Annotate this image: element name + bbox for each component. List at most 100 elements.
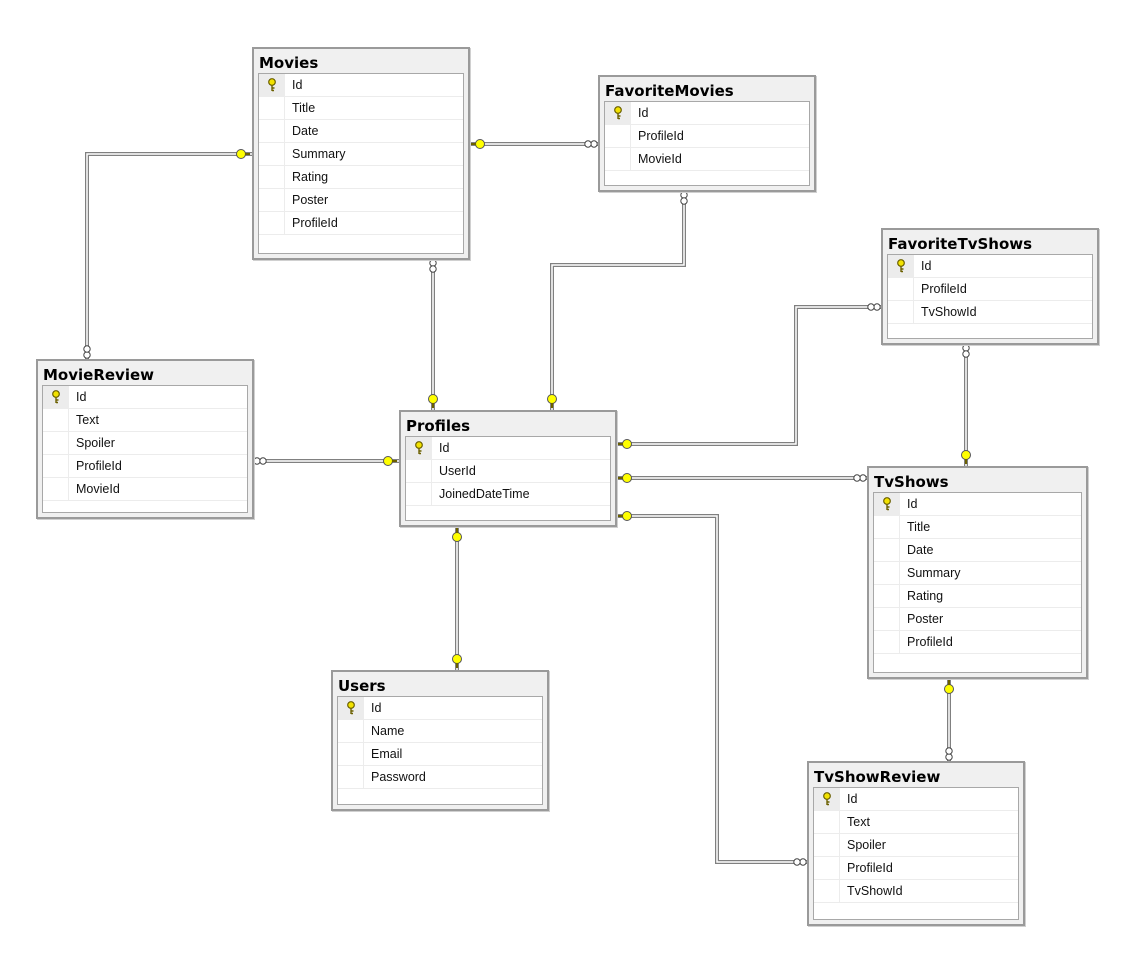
column-row[interactable]: Title	[874, 516, 1081, 539]
row-selector	[259, 97, 285, 119]
column-row[interactable]: Id	[874, 493, 1081, 516]
column-row[interactable]: Id	[888, 255, 1092, 278]
column-row[interactable]: Title	[259, 97, 463, 120]
column-row[interactable]: JoinedDateTime	[406, 483, 610, 506]
row-selector	[874, 585, 900, 607]
column-row[interactable]: Id	[43, 386, 247, 409]
relationship-line[interactable]	[85, 152, 252, 359]
column-row[interactable]: Summary	[259, 143, 463, 166]
table-favoritemovies[interactable]: FavoriteMovies Id ProfileId MovieId	[598, 75, 816, 192]
table-profiles[interactable]: Profiles Id UserId JoinedDateTime	[399, 410, 617, 527]
column-name: Title	[292, 101, 316, 115]
primary-key-icon	[43, 386, 69, 408]
column-row[interactable]: UserId	[406, 460, 610, 483]
column-list: Id Title Date Summary Rating Poster ProfileId	[258, 73, 464, 254]
many-end-icon	[259, 457, 267, 465]
row-selector	[814, 811, 840, 833]
column-row[interactable]: Email	[338, 743, 542, 766]
column-row[interactable]: Spoiler	[43, 432, 247, 455]
row-selector	[814, 880, 840, 902]
column-name: Rating	[907, 589, 944, 603]
row-selector	[338, 743, 364, 765]
column-row[interactable]: Rating	[874, 585, 1081, 608]
key-end-icon	[428, 394, 438, 404]
column-name: Date	[907, 543, 934, 557]
column-row[interactable]: Rating	[259, 166, 463, 189]
column-row[interactable]: Id	[814, 788, 1018, 811]
column-row[interactable]: Date	[259, 120, 463, 143]
column-row[interactable]: Poster	[874, 608, 1081, 631]
column-name: Text	[76, 413, 99, 427]
row-selector	[874, 539, 900, 561]
column-row[interactable]: Id	[406, 437, 610, 460]
column-row[interactable]: MovieId	[605, 148, 809, 171]
row-selector	[874, 631, 900, 653]
relationship-line-inner	[551, 191, 685, 410]
column-row[interactable]: ProfileId	[259, 212, 463, 235]
column-name: Poster	[292, 193, 329, 207]
table-favoritetvshows[interactable]: FavoriteTvShows Id ProfileId TvShowId	[881, 228, 1099, 345]
column-row[interactable]: ProfileId	[874, 631, 1081, 654]
column-row[interactable]: Name	[338, 720, 542, 743]
row-selector	[814, 857, 840, 879]
table-movies[interactable]: Movies Id Title Date Summary Rating Poster Prof…	[252, 47, 470, 260]
row-selector	[259, 189, 285, 211]
column-row[interactable]: ProfileId	[43, 455, 247, 478]
column-row[interactable]: MovieId	[43, 478, 247, 501]
column-name: UserId	[439, 464, 476, 478]
many-end-icon	[867, 303, 875, 311]
column-row[interactable]: Summary	[874, 562, 1081, 585]
column-name: TvShowId	[847, 884, 903, 898]
row-selector	[259, 166, 285, 188]
column-row[interactable]: ProfileId	[814, 857, 1018, 880]
column-name: Title	[907, 520, 931, 534]
relationship-line[interactable]	[616, 514, 807, 864]
relationship-line-inner	[616, 306, 881, 445]
column-row[interactable]: Id	[338, 697, 542, 720]
many-end-icon	[429, 259, 437, 267]
key-end-icon	[452, 532, 462, 542]
column-row[interactable]: Spoiler	[814, 834, 1018, 857]
many-end-icon	[680, 197, 688, 205]
column-name: Id	[76, 390, 87, 404]
relationship-line[interactable]	[616, 305, 881, 446]
column-row[interactable]: Poster	[259, 189, 463, 212]
column-row[interactable]: Date	[874, 539, 1081, 562]
column-name: Id	[907, 497, 918, 511]
many-end-icon	[873, 303, 881, 311]
row-selector	[259, 212, 285, 234]
column-row[interactable]: Id	[259, 74, 463, 97]
table-title: FavoriteMovies	[605, 82, 734, 100]
row-selector	[259, 120, 285, 142]
column-name: Id	[921, 259, 932, 273]
column-row[interactable]: TvShowId	[888, 301, 1092, 324]
column-row[interactable]: Text	[43, 409, 247, 432]
table-moviereview[interactable]: MovieReview Id Text Spoiler ProfileId MovieId	[36, 359, 254, 519]
table-title: TvShows	[874, 473, 949, 491]
key-end-icon	[622, 511, 632, 521]
column-name: Id	[371, 701, 382, 715]
key-end-icon	[383, 456, 393, 466]
column-row[interactable]: TvShowId	[814, 880, 1018, 903]
column-row[interactable]: Id	[605, 102, 809, 125]
relationship-line-inner	[86, 153, 252, 359]
row-selector	[43, 478, 69, 500]
column-row[interactable]: ProfileId	[888, 278, 1092, 301]
column-row[interactable]: Text	[814, 811, 1018, 834]
column-list: Id Name Email Password	[337, 696, 543, 805]
column-name: Rating	[292, 170, 329, 184]
column-row[interactable]: ProfileId	[605, 125, 809, 148]
column-row[interactable]: Password	[338, 766, 542, 789]
row-selector	[43, 455, 69, 477]
many-end-icon	[429, 265, 437, 273]
primary-key-icon	[259, 74, 285, 96]
relationship-line[interactable]	[550, 191, 686, 410]
table-tvshowreview[interactable]: TvShowReview Id Text Spoiler ProfileId TvShow…	[807, 761, 1025, 926]
table-tvshows[interactable]: TvShows Id Title Date Summary Rating Poster Pro…	[867, 466, 1088, 679]
table-users[interactable]: Users Id Name Email Password	[331, 670, 549, 811]
many-end-icon	[584, 140, 592, 148]
column-name: TvShowId	[921, 305, 977, 319]
column-name: MovieId	[638, 152, 682, 166]
row-selector	[406, 460, 432, 482]
row-selector	[338, 766, 364, 788]
